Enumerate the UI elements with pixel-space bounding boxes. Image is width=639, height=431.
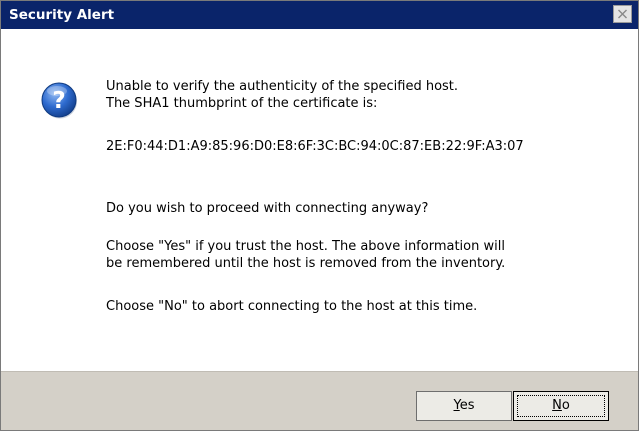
yes-button[interactable]: Yes <box>416 391 512 421</box>
yes-explanation-line-2: be remembered until the host is removed … <box>106 256 506 271</box>
no-button[interactable]: No <box>513 391 609 421</box>
yes-explanation-line-1: Choose "Yes" if you trust the host. The … <box>106 239 505 254</box>
title-bar[interactable]: Security Alert <box>1 1 638 29</box>
dialog-body: ? Unable to verify the authenticity of t… <box>1 29 638 371</box>
no-label-rest: o <box>561 398 570 413</box>
proceed-question: Do you wish to proceed with connecting a… <box>106 201 429 216</box>
no-accelerator: N <box>552 398 562 413</box>
window-title: Security Alert <box>9 7 115 23</box>
no-button-label: No <box>514 398 608 414</box>
yes-button-label: Yes <box>417 398 511 414</box>
close-button[interactable] <box>613 5 632 23</box>
certificate-thumbprint: 2E:F0:44:D1:A9:85:96:D0:E8:6F:3C:BC:94:0… <box>106 139 524 154</box>
question-icon: ? <box>41 82 77 119</box>
message-line-2: The SHA1 thumbprint of the certificate i… <box>106 96 378 111</box>
no-explanation: Choose "No" to abort connecting to the h… <box>106 299 478 314</box>
yes-label-rest: es <box>459 398 475 413</box>
close-icon <box>618 9 627 19</box>
button-bar: Yes No <box>1 371 638 430</box>
svg-text:?: ? <box>52 88 65 114</box>
security-alert-dialog: Security Alert ? Unable to verify the au… <box>0 0 639 431</box>
message-line-1: Unable to verify the authenticity of the… <box>106 79 459 94</box>
